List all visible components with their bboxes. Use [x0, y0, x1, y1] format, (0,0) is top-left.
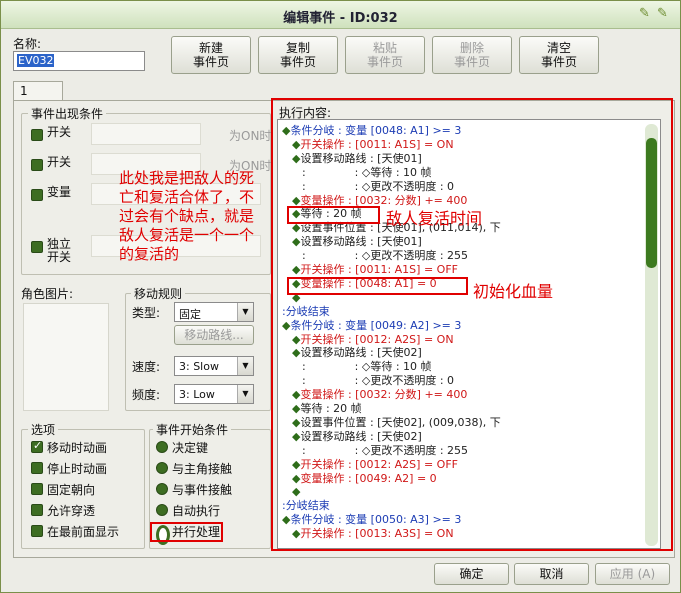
name-input[interactable]: EV032 — [13, 51, 145, 71]
tab-page-1[interactable]: 1 — [13, 81, 63, 101]
move-speed-value: 3: Slow — [179, 360, 219, 373]
window-title: 编辑事件 - ID:032 — [283, 11, 398, 26]
button-label-line1: 复制 — [285, 41, 310, 55]
close-icon[interactable]: ✎ — [657, 7, 671, 21]
condition-label: 开关 — [47, 155, 72, 169]
name-input-value: EV032 — [17, 54, 55, 67]
ok-button[interactable]: 确定 — [434, 563, 509, 585]
clear-page-button[interactable]: 清空 事件页 — [519, 36, 599, 74]
highlight-content — [271, 98, 673, 551]
trigger-radio[interactable] — [156, 504, 168, 516]
condition-checkbox[interactable] — [31, 159, 43, 171]
option-label: 移动时动画 — [47, 441, 108, 455]
condition-field[interactable] — [91, 123, 201, 145]
option-checkbox[interactable] — [31, 504, 43, 516]
chevron-down-icon: ▼ — [237, 303, 253, 321]
annotation-hp: 初始化血量 — [473, 282, 554, 301]
trigger-title: 事件开始条件 — [153, 421, 232, 438]
move-speed-select[interactable]: 3: Slow ▼ — [174, 356, 254, 376]
copy-page-button[interactable]: 复制 事件页 — [258, 36, 338, 74]
character-image-box[interactable] — [23, 303, 109, 411]
button-label-line1: 清空 — [546, 41, 571, 55]
button-label-line2: 事件页 — [192, 55, 229, 69]
option-label: 停止时动画 — [47, 462, 108, 476]
option-checkbox[interactable] — [31, 483, 43, 495]
character-image-label: 角色图片: — [21, 287, 74, 301]
condition-checkbox[interactable] — [31, 189, 43, 201]
trigger-label: 决定键 — [172, 441, 209, 455]
option-label: 固定朝向 — [47, 483, 96, 497]
options-title: 选项 — [28, 421, 59, 438]
title-bar: 编辑事件 - ID:032 ✎ ✎ — [1, 1, 680, 29]
trigger-radio[interactable] — [156, 462, 168, 474]
trigger-label: 自动执行 — [172, 504, 221, 518]
edit-event-window: 编辑事件 - ID:032 ✎ ✎ 名称: EV032 新建 事件页 复制 事件页 粘贴… — [0, 0, 681, 593]
button-label-line2: 事件页 — [366, 55, 403, 69]
trigger-label: 与事件接触 — [172, 483, 233, 497]
cancel-button[interactable]: 取消 — [514, 563, 589, 585]
move-route-button[interactable]: 移动路线... — [174, 325, 254, 345]
delete-page-button[interactable]: 删除 事件页 — [432, 36, 512, 74]
option-checkbox[interactable] — [31, 462, 43, 474]
chevron-down-icon: ▼ — [237, 385, 253, 403]
option-checkbox[interactable] — [31, 439, 43, 453]
move-frequency-value: 3: Low — [179, 388, 215, 401]
new-page-button[interactable]: 新建 事件页 — [171, 36, 251, 74]
condition-label: 变量 — [47, 185, 72, 199]
pin-icon[interactable]: ✎ — [639, 7, 653, 21]
option-checkbox[interactable] — [31, 525, 43, 537]
condition-label: 开关 — [47, 125, 72, 139]
move-type-value: 固定 — [179, 308, 201, 321]
option-label: 允许穿透 — [47, 504, 96, 518]
move-type-label: 类型: — [132, 306, 161, 320]
button-label-line1: 新建 — [198, 41, 223, 55]
highlight-wait — [287, 206, 380, 224]
conditions-title: 事件出现条件 — [28, 105, 107, 122]
name-label: 名称: — [13, 37, 42, 51]
paste-page-button[interactable]: 粘贴 事件页 — [345, 36, 425, 74]
button-label-line2: 事件页 — [453, 55, 490, 69]
move-type-select[interactable]: 固定 ▼ — [174, 302, 254, 322]
annotation-main: 此处我是把敌人的死亡和复活合体了，不过会有个缺点，就是敌人复活是一个一个的复活的 — [119, 169, 255, 263]
apply-button[interactable]: 应用 (A) — [595, 563, 670, 585]
move-speed-label: 速度: — [132, 360, 161, 374]
move-frequency-select[interactable]: 3: Low ▼ — [174, 384, 254, 404]
move-frequency-label: 频度: — [132, 388, 161, 402]
button-label-line1: 删除 — [459, 41, 484, 55]
highlight-parallel — [150, 522, 223, 542]
move-rules-title: 移动规则 — [131, 285, 186, 302]
button-label-line1: 粘贴 — [372, 41, 397, 55]
trigger-label: 与主角接触 — [172, 462, 233, 476]
condition-extra-label: 为ON时 — [229, 129, 272, 143]
annotation-revive: 敌人复活时间 — [386, 209, 483, 228]
condition-checkbox[interactable] — [31, 129, 43, 141]
highlight-var-reset — [287, 277, 468, 295]
button-label-line2: 事件页 — [279, 55, 316, 69]
trigger-radio[interactable] — [156, 441, 168, 453]
trigger-radio[interactable] — [156, 483, 168, 495]
button-label-line2: 事件页 — [540, 55, 577, 69]
condition-label: 独立 开关 — [47, 237, 72, 264]
option-label: 在最前面显示 — [47, 525, 120, 539]
condition-checkbox[interactable] — [31, 241, 43, 253]
chevron-down-icon: ▼ — [237, 357, 253, 375]
